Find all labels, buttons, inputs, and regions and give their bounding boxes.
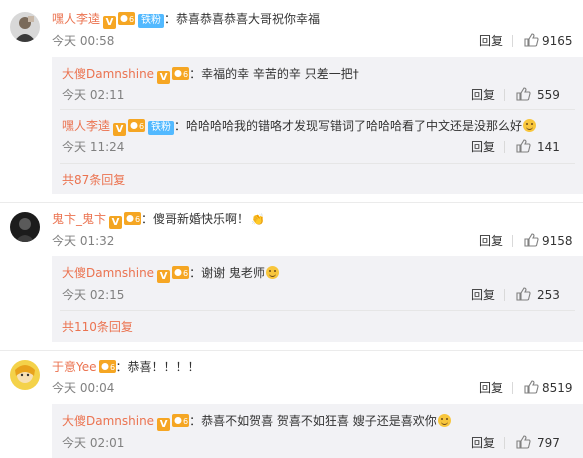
level-icon: 6 (172, 266, 190, 279)
reply-button[interactable]: 回复 (471, 435, 495, 451)
more-replies-link[interactable]: 共110条回复 (62, 319, 133, 335)
reply-text: ：谢谢 鬼老师 (189, 266, 265, 280)
like-count: 253 (537, 288, 560, 302)
svg-text:6: 6 (183, 269, 188, 278)
thumb-up-icon[interactable] (516, 435, 531, 449)
timestamp: 今天 01:32 (52, 234, 115, 248)
divider (60, 310, 575, 311)
thumb-up-icon[interactable] (524, 380, 539, 394)
reply-line: 大傻Damnshine V 6 ：谢谢 鬼老师 (62, 265, 279, 283)
timestamp: 今天 00:58 (52, 34, 115, 48)
divider (512, 35, 513, 47)
vip-icon: V (103, 16, 117, 29)
username-link[interactable]: 大傻Damnshine (62, 67, 154, 81)
level-icon: 6 (118, 12, 136, 25)
svg-text:6: 6 (135, 215, 140, 224)
divider (512, 382, 513, 394)
vip-icon: V (113, 123, 127, 136)
like-count: 8519 (542, 381, 573, 395)
reply-button[interactable]: 回复 (479, 380, 503, 396)
reply-button[interactable]: 回复 (471, 287, 495, 303)
vip-icon: V (157, 71, 171, 84)
username-link[interactable]: 嘿人李逵 (52, 12, 100, 26)
level-icon: 6 (128, 119, 146, 132)
divider (504, 437, 505, 449)
divider (60, 163, 575, 164)
divider (504, 89, 505, 101)
svg-text:6: 6 (183, 417, 188, 426)
reply-text: ：幸福的幸 辛苦的辛 只差一把† (189, 67, 359, 81)
username-link[interactable]: 嘿人李逵 (62, 119, 110, 133)
comment-line: 于意Yee 6 ：恭喜！！！！ (52, 359, 200, 375)
clap-emoji-icon: 👏 (251, 213, 265, 226)
level-icon: 6 (124, 212, 142, 225)
vip-icon: V (157, 270, 171, 283)
divider (60, 109, 575, 110)
timestamp: 今天 02:11 (62, 88, 125, 102)
reply-box: 大傻Damnshine V 6 ：谢谢 鬼老师 今天 02:15 回复 253 共11… (52, 256, 583, 342)
username-link[interactable]: 鬼卞_鬼卞 (52, 212, 106, 226)
reply-button[interactable]: 回复 (479, 233, 503, 249)
username-link[interactable]: 大傻Damnshine (62, 266, 154, 280)
thumb-up-icon[interactable] (516, 139, 531, 153)
svg-text:6: 6 (110, 363, 115, 372)
divider (504, 289, 505, 301)
thumb-up-icon[interactable] (524, 233, 539, 247)
laugh-emoji-icon (265, 266, 279, 279)
timestamp: 今天 02:15 (62, 288, 125, 302)
divider (0, 202, 583, 203)
thumb-up-icon[interactable] (524, 33, 539, 47)
divider (504, 141, 505, 153)
svg-text:6: 6 (183, 70, 188, 79)
laugh-emoji-icon (437, 414, 451, 427)
avatar[interactable] (10, 212, 40, 242)
level-icon: 6 (172, 414, 190, 427)
reply-box: 大傻Damnshine V 6 ：恭喜不如贺喜 贺喜不如狂喜 嫂子还是喜欢你 今天 0… (52, 404, 583, 458)
username-link[interactable]: 大傻Damnshine (62, 414, 154, 428)
divider (0, 350, 583, 351)
more-replies-link[interactable]: 共87条回复 (62, 172, 125, 188)
reply-line: 大傻Damnshine V 6 ：恭喜不如贺喜 贺喜不如狂喜 嫂子还是喜欢你 (62, 413, 451, 431)
like-count: 9165 (542, 34, 573, 48)
comment-line: 鬼卞_鬼卞 V 6 ：傻哥新婚快乐啊！ 👏 (52, 211, 265, 229)
timestamp: 今天 11:24 (62, 140, 125, 154)
like-count: 141 (537, 140, 560, 154)
comment-text: ：恭喜！！！！ (115, 360, 200, 374)
comment-text: ：傻哥新婚快乐啊！ (141, 212, 250, 226)
vip-icon: V (157, 418, 171, 431)
reply-text: ：恭喜不如贺喜 贺喜不如狂喜 嫂子还是喜欢你 (189, 414, 437, 428)
reply-button[interactable]: 回复 (479, 33, 503, 49)
reply-button[interactable]: 回复 (471, 139, 495, 155)
thumb-up-icon[interactable] (516, 87, 531, 101)
divider (512, 235, 513, 247)
timestamp: 今天 00:04 (52, 381, 115, 395)
svg-text:6: 6 (129, 15, 134, 24)
svg-text:6: 6 (139, 122, 144, 131)
comment-text: ：恭喜恭喜恭喜大哥祝你幸福 (164, 12, 321, 26)
avatar[interactable] (10, 360, 40, 390)
like-count: 559 (537, 88, 560, 102)
reply-text: ：哈哈哈哈我的错咯才发现写错词了哈哈哈看了中文还是没那么好 (174, 119, 523, 133)
vip-icon: V (109, 216, 123, 229)
laugh-emoji-icon (523, 119, 537, 132)
like-count: 797 (537, 436, 560, 450)
like-count: 9158 (542, 234, 573, 248)
reply-line: 大傻Damnshine V 6 ：幸福的幸 辛苦的辛 只差一把† (62, 66, 359, 84)
reply-box: 大傻Damnshine V 6 ：幸福的幸 辛苦的辛 只差一把† 今天 02:11 回… (52, 57, 583, 194)
fan-badge: 铁粉 (148, 121, 175, 135)
comment-line: 嘿人李逵 V 6 铁粉 ：恭喜恭喜恭喜大哥祝你幸福 (52, 11, 320, 29)
fan-badge: 铁粉 (138, 14, 165, 28)
level-icon: 6 (172, 67, 190, 80)
thumb-up-icon[interactable] (516, 287, 531, 301)
avatar[interactable] (10, 12, 40, 42)
reply-button[interactable]: 回复 (471, 87, 495, 103)
username-link[interactable]: 于意Yee (52, 360, 97, 374)
reply-line: 嘿人李逵 V 6 铁粉 ：哈哈哈哈我的错咯才发现写错词了哈哈哈看了中文还是没那么好 (62, 118, 537, 136)
timestamp: 今天 02:01 (62, 436, 125, 450)
level-icon: 6 (98, 360, 116, 373)
